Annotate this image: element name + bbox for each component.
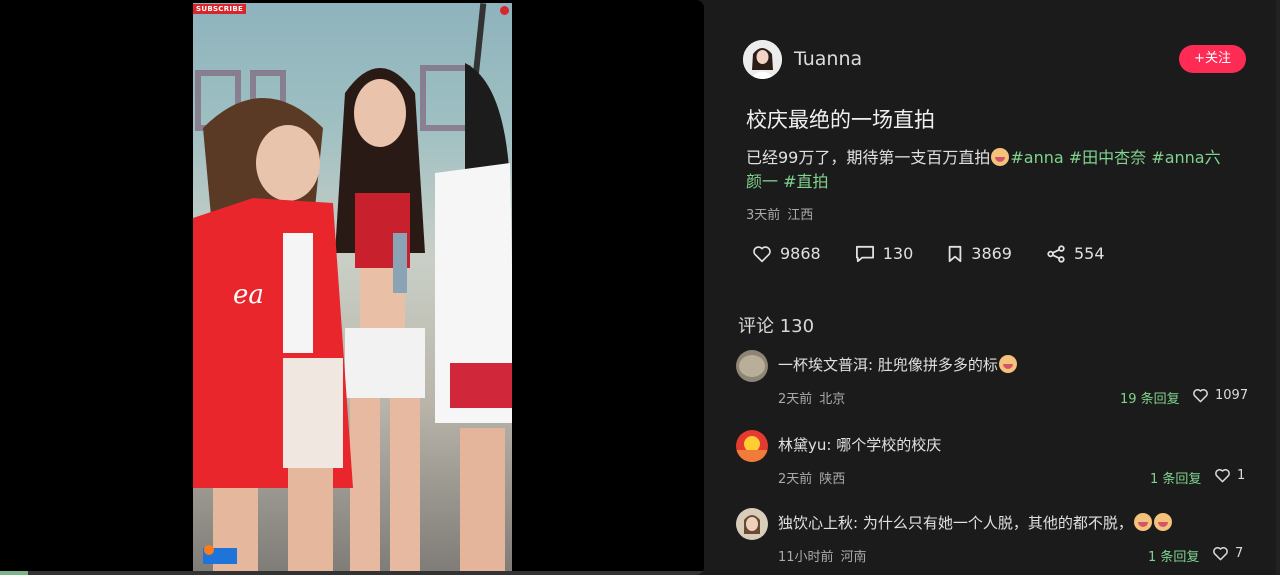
comment-count: 130 — [882, 244, 914, 263]
post-meta: 3天前 江西 — [746, 204, 813, 223]
emoji-face-icon — [1133, 513, 1152, 531]
action-bar: 9868 130 3869 554 — [752, 244, 1139, 263]
comment-text: 一杯埃文普洱: 肚兜像拼多多的标 — [778, 354, 1018, 375]
follow-button[interactable]: +关注 — [1179, 45, 1246, 73]
comment-replies-link[interactable]: 19 条回复 — [1120, 388, 1180, 407]
post-location: 江西 — [787, 208, 814, 223]
post-time: 3天前 — [746, 208, 781, 223]
record-indicator-icon — [500, 6, 509, 15]
performer-right — [435, 63, 512, 573]
heart-icon — [1213, 546, 1228, 561]
comment-meta: 2天前 北京 — [778, 388, 845, 407]
comment-author[interactable]: 林黛yu — [778, 436, 826, 454]
emoji-face-icon — [991, 148, 1010, 166]
post-description-text: 已经99万了，期待第一支百万直拍 — [746, 148, 991, 167]
comment-text: 独饮心上秋: 为什么只有她一个人脱，其他的都不脱， — [778, 512, 1173, 533]
info-panel — [704, 0, 1280, 575]
like-count: 9868 — [780, 244, 821, 263]
comment-location: 河南 — [840, 550, 867, 565]
comment-meta: 11小时前 河南 — [778, 546, 867, 565]
hashtag-link[interactable]: #anna — [1010, 148, 1063, 167]
video-progress-bar[interactable] — [0, 571, 704, 575]
comment-like-button[interactable]: 7 — [1212, 546, 1243, 561]
comment-location: 陕西 — [819, 472, 846, 487]
comment-time: 2天前 — [778, 392, 813, 407]
comment-location: 北京 — [819, 392, 846, 407]
comment-time: 2天前 — [778, 472, 813, 487]
comment-replies-link[interactable]: 1 条回复 — [1148, 546, 1199, 565]
comment-author[interactable]: 独饮心上秋 — [778, 514, 853, 532]
comment-time: 11小时前 — [778, 550, 834, 565]
emoji-face-icon — [1153, 513, 1172, 531]
video-frame[interactable]: ea — [193, 3, 512, 573]
author-name[interactable]: Tuanna — [794, 48, 862, 70]
comment-body: 为什么只有她一个人脱，其他的都不脱， — [862, 514, 1133, 532]
author-avatar[interactable] — [743, 40, 782, 79]
heart-icon — [1193, 388, 1208, 403]
like-button[interactable]: 9868 — [752, 244, 821, 263]
comment-body: 肚兜像拼多多的标 — [877, 356, 998, 374]
tv-channel-logo — [203, 545, 237, 564]
comment-icon — [855, 245, 874, 262]
comment-avatar[interactable] — [736, 508, 768, 540]
comment-avatar[interactable] — [736, 350, 768, 382]
comments-heading: 评论 130 — [738, 316, 815, 337]
post-description: 已经99万了，期待第一支百万直拍 #anna #田中杏奈 #anna六颜一 #直拍 — [746, 146, 1236, 194]
emoji-face-icon — [998, 355, 1017, 373]
comment-like-button[interactable]: 1 — [1214, 468, 1245, 483]
svg-text:ea: ea — [233, 280, 264, 310]
heart-icon — [753, 245, 771, 262]
comment-replies-link[interactable]: 1 条回复 — [1150, 468, 1201, 487]
comment-like-button[interactable]: 1097 — [1192, 388, 1248, 403]
subscribe-badge[interactable]: SUBSCRIBE — [193, 4, 247, 14]
video-progress-fill — [0, 571, 29, 575]
comment-author[interactable]: 一杯埃文普洱 — [778, 356, 868, 374]
comment-like-count: 1 — [1237, 468, 1246, 483]
hashtag-link[interactable]: #田中杏奈 — [1069, 148, 1146, 167]
performer-left: ea — [193, 98, 353, 573]
comment-avatar[interactable] — [736, 430, 768, 462]
share-button[interactable]: 554 — [1046, 244, 1105, 263]
heart-icon — [1215, 468, 1230, 483]
bookmark-icon — [948, 245, 962, 262]
share-count: 554 — [1073, 244, 1105, 263]
hashtag-link[interactable]: #直拍 — [783, 172, 828, 191]
post-title: 校庆最绝的一场直拍 — [746, 108, 935, 132]
comment-body: 哪个学校的校庆 — [836, 436, 942, 454]
comment-like-count: 7 — [1235, 546, 1244, 561]
share-icon — [1047, 244, 1065, 263]
video-player[interactable]: ea SUBSCRIBE — [0, 0, 704, 575]
favorite-button[interactable]: 3869 — [947, 244, 1012, 263]
scrollbar[interactable] — [1276, 0, 1280, 575]
comment-text: 林黛yu: 哪个学校的校庆 — [778, 436, 942, 454]
favorite-count: 3869 — [971, 244, 1012, 263]
comment-button[interactable]: 130 — [855, 244, 914, 263]
comment-meta: 2天前 陕西 — [778, 468, 845, 487]
comment-like-count: 1097 — [1215, 388, 1249, 403]
